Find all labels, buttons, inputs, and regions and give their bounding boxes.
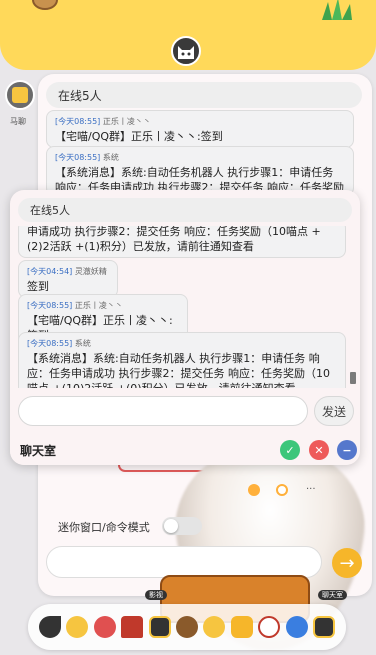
- message-time: [今天04:54]: [27, 267, 73, 276]
- dot-icon: [248, 484, 260, 496]
- sidebar-label: 马聊: [10, 117, 26, 126]
- message-sender: 正乐丨凌丶丶: [74, 301, 123, 310]
- message-text: 【系统消息】系统:自动任务机器人 执行步骤1：申请任务 响应：任务申请成功 执行…: [27, 352, 330, 388]
- window-title: 聊天室: [20, 444, 57, 458]
- message-time: [今天08:55]: [55, 117, 101, 126]
- dock-item-house-icon[interactable]: [121, 616, 144, 638]
- scrollbar-thumb[interactable]: [350, 372, 356, 384]
- message-sender: 系统: [74, 339, 91, 348]
- close-icon[interactable]: ✕: [309, 440, 329, 460]
- ring-icon: [276, 484, 288, 496]
- dock-item-leaf-icon[interactable]: [38, 616, 61, 638]
- list-item: [今天08:55] 系统 【系统消息】系统:自动任务机器人 执行步骤1：申请任务…: [18, 332, 346, 388]
- toggle-knob: [164, 519, 178, 533]
- minimize-icon[interactable]: −: [337, 440, 357, 460]
- message-time: [今天08:55]: [27, 301, 73, 310]
- online-count: 在线5人: [18, 198, 352, 222]
- dock-item-face-icon[interactable]: [203, 616, 226, 638]
- dock-tooltip-right: 聊天室: [318, 590, 347, 600]
- message-sender: 正乐丨凌丶丶: [102, 117, 151, 126]
- message-sender: 灵澈妖精: [74, 267, 107, 276]
- confirm-icon[interactable]: ✓: [280, 440, 300, 460]
- more-options-icon[interactable]: ···: [306, 484, 316, 495]
- list-item: 申请成功 执行步骤2：提交任务 响应：任务奖励（10喵点 +(2)2活跃 +(1…: [18, 226, 346, 258]
- dock-item-note-icon[interactable]: [230, 616, 253, 638]
- message-sender: 系统: [102, 153, 119, 162]
- bg-message-1: [今天08:55] 正乐丨凌丶丶 【宅喵/QQ群】正乐丨凌丶丶:签到: [46, 110, 354, 148]
- room-avatar-icon[interactable]: [5, 80, 35, 110]
- message-list[interactable]: 申请成功 执行步骤2：提交任务 响应：任务奖励（10喵点 +(2)2活跃 +(1…: [18, 226, 350, 388]
- mini-mode-row: 迷你窗口/命令模式: [46, 515, 246, 537]
- dock-item-video-icon[interactable]: [148, 616, 171, 638]
- bear-decoration-icon: [32, 0, 58, 10]
- list-item: [今天04:54] 灵澈妖精 签到: [18, 260, 118, 298]
- message-text: 申请成功 执行步骤2：提交任务 响应：任务奖励（10喵点 +(2)2活跃 +(1…: [27, 226, 321, 253]
- send-button[interactable]: 发送: [314, 396, 354, 426]
- plant-decoration-icon: [322, 0, 352, 20]
- message-text: 【系统消息】系统:自动任务机器人 执行步骤1：申请任务 响应：任务申请成功 执行…: [55, 166, 344, 192]
- dock-item-pudding-icon[interactable]: [175, 616, 198, 638]
- dock-item-flower-icon[interactable]: [285, 616, 308, 638]
- chat-room-window: 在线5人 申请成功 执行步骤2：提交任务 响应：任务奖励（10喵点 +(2)2活…: [10, 190, 360, 465]
- window-footer: 聊天室 ✓ ✕ −: [10, 436, 360, 465]
- background-message-input[interactable]: [46, 546, 322, 578]
- bg-message-2: [今天08:55] 系统 【系统消息】系统:自动任务机器人 执行步骤1：申请任务…: [46, 146, 354, 192]
- app-dock: [28, 604, 346, 650]
- dock-item-chat-icon[interactable]: [313, 616, 336, 638]
- message-time: [今天08:55]: [55, 153, 101, 162]
- message-scrollbar[interactable]: [350, 226, 356, 388]
- mini-mode-toggle[interactable]: [162, 517, 202, 535]
- dock-tooltip-left: 影视: [145, 590, 167, 600]
- message-time: [今天08:55]: [27, 339, 73, 348]
- cat-avatar-icon[interactable]: [171, 36, 201, 66]
- dock-item-ball-icon[interactable]: [93, 616, 116, 638]
- dock-item-pacman-icon[interactable]: [66, 616, 89, 638]
- send-arrow-button[interactable]: →: [332, 548, 362, 578]
- mini-mode-label: 迷你窗口/命令模式: [58, 521, 150, 534]
- message-text: 【宅喵/QQ群】正乐丨凌丶丶:签到: [55, 130, 223, 143]
- dock-item-compass-icon[interactable]: [258, 616, 281, 638]
- online-count: 在线5人: [46, 82, 362, 108]
- message-input[interactable]: [18, 396, 308, 426]
- message-text: 签到: [27, 280, 49, 293]
